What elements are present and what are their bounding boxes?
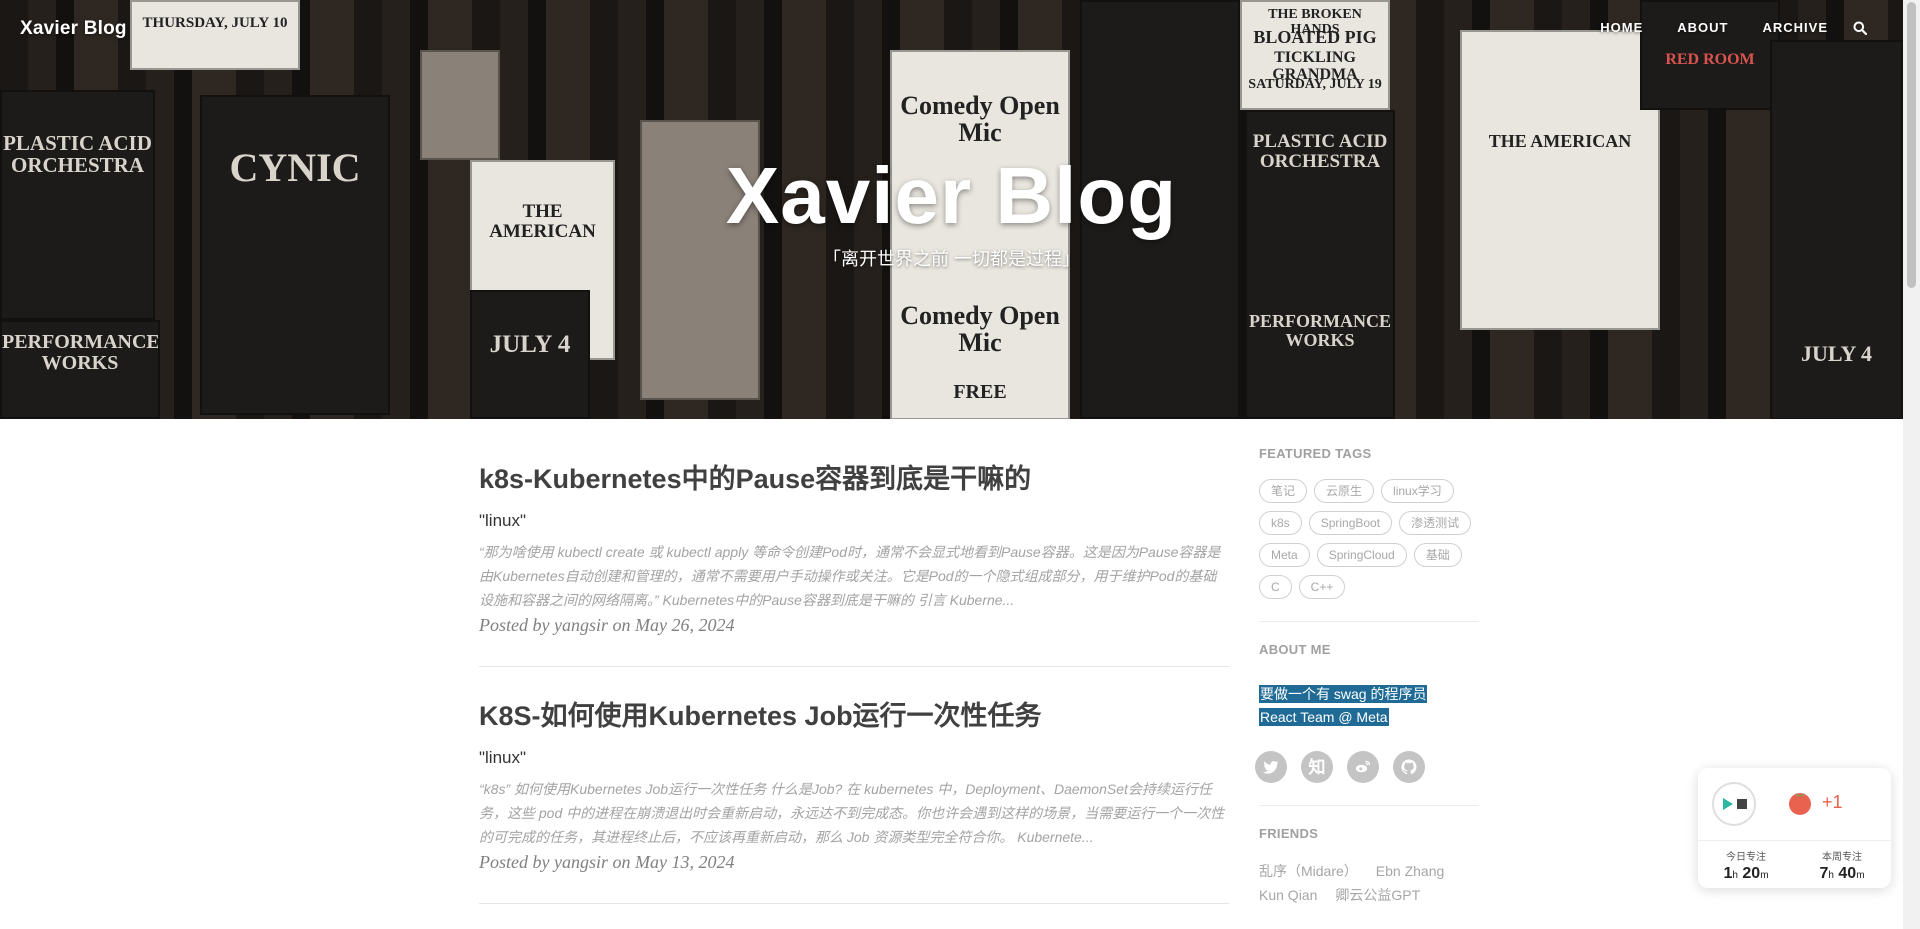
post-excerpt[interactable]: “那为啥使用 kubectl create 或 kubectl apply 等命… (479, 540, 1229, 612)
tag-pill[interactable]: 笔记 (1259, 479, 1308, 503)
tag-pill[interactable]: 云原生 (1314, 479, 1375, 503)
post-preview: K8S-如何使用Kubernetes Job运行一次性任务 "linux" “k… (479, 699, 1229, 905)
about-line: 要做一个有 swag 的程序员 (1259, 685, 1428, 703)
brand-link[interactable]: Xavier Blog (20, 18, 127, 40)
page-scrollbar[interactable] (1903, 0, 1920, 929)
today-focus-label: 今日专注 (1726, 852, 1766, 863)
tag-pill[interactable]: Meta (1259, 543, 1310, 567)
zhihu-icon[interactable]: 知 (1301, 751, 1333, 783)
week-focus-value: 7h 40m (1819, 865, 1865, 882)
scrollbar-thumb[interactable] (1907, 2, 1916, 288)
tag-pill[interactable]: 渗透测试 (1399, 511, 1472, 535)
poster-bg: THURSDAY, JULY 10 (130, 0, 300, 70)
stop-icon (1736, 799, 1747, 809)
divider (1259, 805, 1479, 806)
tag-pill[interactable]: SpringCloud (1316, 543, 1407, 567)
today-focus-value: 1h 20m (1723, 865, 1769, 882)
about-text: 要做一个有 swag 的程序员 React Team @ Meta (1259, 683, 1479, 729)
top-nav: HOME ABOUT ARCHIVE (1583, 20, 1868, 35)
post-title[interactable]: k8s-Kubernetes中的Pause容器到底是干嘛的 (479, 462, 1229, 497)
plus-one-badge[interactable]: +1 (1822, 792, 1843, 813)
about-me-heading: ABOUT ME (1259, 642, 1331, 657)
divider (1259, 621, 1479, 622)
site-subtitle: 「离开世界之前 一切都是过程」 (823, 249, 1080, 269)
friend-link[interactable]: 乱序（Midare） (1259, 863, 1358, 879)
tag-pill[interactable]: C (1259, 575, 1292, 599)
friends-heading: FRIENDS (1259, 826, 1319, 841)
post-tag: "linux" (479, 748, 527, 768)
featured-tags-heading: FEATURED TAGS (1259, 446, 1372, 461)
github-icon[interactable] (1393, 751, 1425, 783)
focus-timer-widget: +1 今日专注 1h 20m 本周专注 7h 40m (1698, 768, 1891, 888)
friends-list: 乱序（Midare） Ebn Zhang Kun Qian 卿云公益GPT (1259, 859, 1479, 907)
poster-bg (420, 50, 500, 160)
post-list: k8s-Kubernetes中的Pause容器到底是干嘛的 "linux" “那… (479, 462, 1229, 929)
post-preview: k8s-Kubernetes中的Pause容器到底是干嘛的 "linux" “那… (479, 462, 1229, 668)
hero-header: THURSDAY, JULY 10 PLASTIC ACID ORCHESTRA… (0, 0, 1903, 419)
about-line: React Team @ Meta (1259, 708, 1389, 726)
poster-bg: PERFORMANCE WORKS (0, 320, 160, 419)
tag-pill[interactable]: linux学习 (1381, 479, 1454, 503)
week-focus-stat: 本周专注 7h 40m (1794, 848, 1890, 883)
post-title[interactable]: K8S-如何使用Kubernetes Job运行一次性任务 (479, 699, 1229, 734)
week-focus-label: 本周专注 (1822, 852, 1862, 863)
tomato-icon[interactable] (1786, 788, 1814, 816)
play-icon (1722, 798, 1733, 810)
twitter-icon[interactable] (1255, 751, 1287, 783)
nav-home[interactable]: HOME (1583, 20, 1660, 35)
play-stop-button[interactable] (1712, 782, 1756, 826)
tag-pill[interactable]: C++ (1298, 575, 1346, 599)
social-links: 知 (1255, 751, 1479, 783)
divider (1698, 840, 1891, 841)
weibo-icon[interactable] (1347, 751, 1379, 783)
tag-pill[interactable]: SpringBoot (1308, 511, 1393, 535)
tag-pill[interactable]: 基础 (1413, 543, 1462, 567)
zhihu-glyph: 知 (1308, 757, 1326, 777)
tag-cloud: 笔记 云原生 linux学习 k8s SpringBoot 渗透测试 Meta … (1259, 479, 1479, 599)
nav-about[interactable]: ABOUT (1660, 20, 1745, 35)
post-meta: Posted by yangsir on May 13, 2024 (479, 852, 735, 873)
post-meta: Posted by yangsir on May 26, 2024 (479, 615, 735, 636)
nav-archive[interactable]: ARCHIVE (1745, 20, 1845, 35)
search-icon[interactable] (1853, 21, 1868, 35)
poster-bg: THE BROKEN HANDS BLOATED PIG TICKLING GRAN… (1240, 0, 1390, 110)
friend-link[interactable]: Ebn Zhang (1376, 863, 1445, 879)
poster-bg: JULY 4 (470, 290, 590, 419)
site-title: Xavier Blog (725, 151, 1178, 240)
tag-pill[interactable]: k8s (1259, 511, 1302, 535)
post-excerpt[interactable]: “k8s” 如何使用Kubernetes Job运行一次性任务 什么是Job? … (479, 777, 1229, 849)
today-focus-stat: 今日专注 1h 20m (1698, 848, 1794, 883)
friend-link[interactable]: Kun Qian (1259, 887, 1317, 903)
sidebar: FEATURED TAGS 笔记 云原生 linux学习 k8s SpringB… (1255, 446, 1479, 907)
poster-bg: RED ROOM (1640, 0, 1780, 110)
post-tag: "linux" (479, 511, 527, 531)
friend-link[interactable]: 卿云公益GPT (1335, 887, 1420, 903)
